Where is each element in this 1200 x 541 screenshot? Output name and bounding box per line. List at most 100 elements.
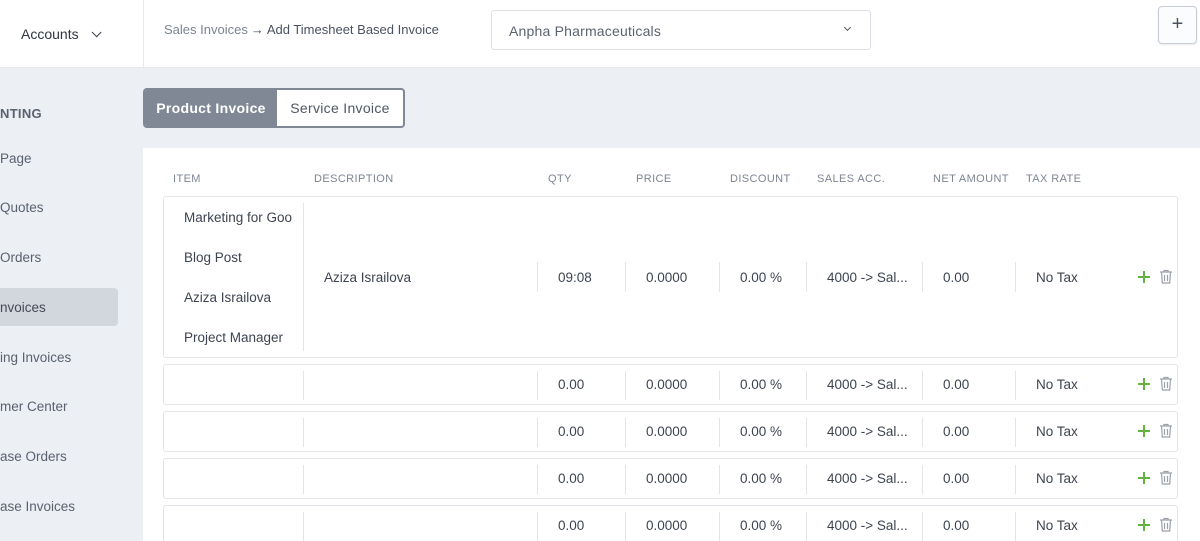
qty-field[interactable]: 0.00: [558, 365, 584, 404]
product-invoice-option[interactable]: Product Invoice: [145, 90, 277, 126]
sidebar-item-label: ase Invoices: [0, 498, 76, 514]
trash-icon[interactable]: [1159, 517, 1173, 532]
column-header-net-amount: NET AMOUNT: [933, 173, 1009, 185]
sidebar-item-label: nvoices: [0, 299, 46, 315]
sidebar-item-purchase-invoices[interactable]: ase Invoices: [0, 487, 118, 525]
sales-account-select[interactable]: 4000 -> Sal...: [827, 412, 908, 451]
divider: [303, 371, 304, 400]
arrow-right-icon: →: [250, 22, 264, 37]
divider: [625, 262, 626, 292]
column-header-price: PRICE: [636, 173, 672, 185]
divider: [625, 512, 626, 541]
column-header-qty: QTY: [548, 173, 572, 185]
divider: [719, 418, 720, 447]
sales-account-select[interactable]: 4000 -> Sal...: [827, 365, 908, 404]
plus-icon[interactable]: [1138, 519, 1150, 531]
divider: [1015, 371, 1016, 400]
trash-icon[interactable]: [1159, 423, 1173, 438]
price-field[interactable]: 0.0000: [646, 506, 687, 541]
divider: [303, 465, 304, 494]
sales-account-select[interactable]: 4000 -> Sal...: [827, 197, 908, 357]
discount-field[interactable]: 0.00 %: [740, 412, 782, 451]
price-field[interactable]: 0.0000: [646, 459, 687, 498]
sales-account-select[interactable]: 4000 -> Sal...: [827, 459, 908, 498]
trash-icon[interactable]: [1159, 269, 1173, 284]
line-items-panel: ITEM DESCRIPTION QTY PRICE DISCOUNT SALE…: [143, 148, 1200, 541]
column-header-description: DESCRIPTION: [314, 173, 394, 185]
breadcrumb-current: Add Timesheet Based Invoice: [266, 22, 439, 37]
tax-rate-select[interactable]: No Tax: [1036, 459, 1078, 498]
discount-field[interactable]: 0.00 %: [740, 506, 782, 541]
item-option[interactable]: Aziza Israilova: [184, 290, 271, 305]
trash-icon[interactable]: [1159, 376, 1173, 391]
sidebar-item-orders[interactable]: Orders: [0, 238, 118, 276]
plus-icon[interactable]: [1138, 378, 1150, 390]
divider: [922, 418, 923, 447]
divider: [922, 512, 923, 541]
plus-icon[interactable]: [1138, 472, 1150, 484]
divider: [806, 512, 807, 541]
divider: [1015, 418, 1016, 447]
sidebar-item-label: ing Invoices: [0, 349, 72, 365]
column-header-tax-rate: TAX RATE: [1026, 173, 1082, 185]
column-header-sales-account: SALES ACC.: [817, 173, 886, 185]
tax-rate-select[interactable]: No Tax: [1036, 506, 1078, 541]
divider: [625, 418, 626, 447]
divider: [537, 512, 538, 541]
divider: [922, 465, 923, 494]
price-field[interactable]: 0.0000: [646, 412, 687, 451]
plus-icon[interactable]: [1138, 271, 1150, 283]
item-options-list: Marketing for Goo Blog Post Aziza Israil…: [184, 197, 294, 357]
sidebar-item[interactable]: Page: [0, 139, 118, 177]
qty-field[interactable]: 0.00: [558, 412, 584, 451]
tax-rate-select[interactable]: No Tax: [1036, 365, 1078, 404]
tax-rate-select[interactable]: No Tax: [1036, 197, 1078, 357]
column-header-discount: DISCOUNT: [730, 173, 791, 185]
sidebar-item-quotes[interactable]: Quotes: [0, 188, 118, 226]
sales-account-select[interactable]: 4000 -> Sal...: [827, 506, 908, 541]
chevron-down-icon: [843, 23, 852, 32]
qty-field[interactable]: 0.00: [558, 459, 584, 498]
app-switcher[interactable]: Accounts: [0, 0, 144, 68]
qty-field[interactable]: 0.00: [558, 506, 584, 541]
column-header-item: ITEM: [173, 173, 201, 185]
discount-field[interactable]: 0.00 %: [740, 459, 782, 498]
table-row: 0.00 0.0000 0.00 % 4000 -> Sal... 0.00 N…: [163, 411, 1178, 452]
divider: [625, 465, 626, 494]
sidebar-item-invoices[interactable]: nvoices: [0, 288, 118, 326]
sidebar-item-recurring-invoices[interactable]: ing Invoices: [0, 338, 118, 376]
item-option[interactable]: Marketing for Goo: [184, 210, 292, 225]
item-option[interactable]: Project Manager: [184, 330, 283, 345]
customer-select[interactable]: Anpha Pharmaceuticals: [491, 10, 871, 50]
service-invoice-option[interactable]: Service Invoice: [277, 90, 403, 126]
sidebar-item-customer-center[interactable]: mer Center: [0, 387, 118, 425]
sidebar-item-purchase-orders[interactable]: ase Orders: [0, 437, 118, 475]
divider: [625, 371, 626, 400]
description-field[interactable]: Aziza Israilova: [324, 197, 411, 357]
tax-rate-select[interactable]: No Tax: [1036, 412, 1078, 451]
add-button[interactable]: +: [1158, 6, 1197, 44]
price-field[interactable]: 0.0000: [646, 365, 687, 404]
divider: [719, 371, 720, 400]
sidebar-item-label: Quotes: [0, 199, 44, 215]
divider: [1015, 262, 1016, 292]
price-field[interactable]: 0.0000: [646, 197, 687, 357]
divider: [303, 203, 304, 351]
sidebar-item-label: Page: [0, 150, 32, 166]
sidebar: NTING Page Quotes Orders nvoices ing Inv…: [0, 68, 143, 541]
divider: [806, 418, 807, 447]
discount-field[interactable]: 0.00 %: [740, 365, 782, 404]
divider: [537, 262, 538, 292]
discount-field[interactable]: 0.00 %: [740, 197, 782, 357]
table-row: 0.00 0.0000 0.00 % 4000 -> Sal... 0.00 N…: [163, 505, 1178, 541]
breadcrumb-parent[interactable]: Sales Invoices: [164, 22, 248, 37]
sidebar-item-label: mer Center: [0, 398, 68, 414]
divider: [806, 371, 807, 400]
qty-field[interactable]: 09:08: [558, 197, 592, 357]
table-row: 0.00 0.0000 0.00 % 4000 -> Sal... 0.00 N…: [163, 364, 1178, 405]
item-option[interactable]: Blog Post: [184, 250, 242, 265]
net-amount-value: 0.00: [943, 518, 970, 533]
breadcrumb: Sales Invoices → Add Timesheet Based Invoi…: [164, 22, 439, 37]
plus-icon[interactable]: [1138, 425, 1150, 437]
trash-icon[interactable]: [1159, 470, 1173, 485]
